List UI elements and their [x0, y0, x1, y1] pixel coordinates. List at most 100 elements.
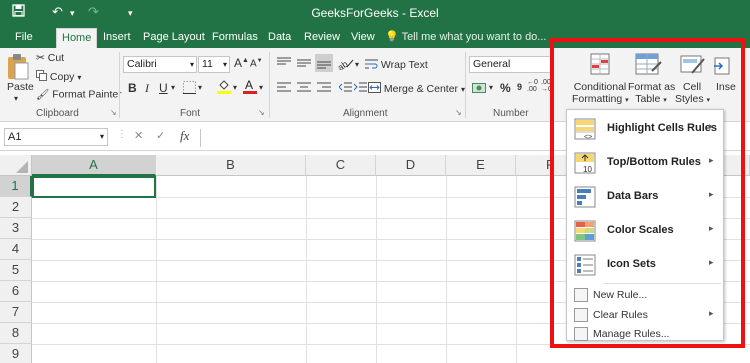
font-launcher-icon[interactable]: ↘	[258, 108, 265, 117]
alignment-launcher-icon[interactable]: ↘	[455, 108, 462, 117]
wrap-icon	[365, 58, 378, 72]
divider	[465, 52, 466, 118]
fill-color-dropdown-icon[interactable]: ▾	[233, 83, 237, 92]
selected-cell-a1[interactable]	[32, 176, 156, 198]
svg-text:A: A	[245, 78, 253, 92]
borders-dropdown-icon[interactable]: ▾	[198, 83, 202, 92]
tab-page-layout[interactable]: Page Layout	[138, 28, 210, 48]
window-title: GeeksForGeeks - Excel	[311, 6, 439, 20]
accounting-format-icon[interactable]	[472, 81, 488, 98]
tell-me-text: Tell me what you want to do...	[401, 31, 547, 43]
copy-dropdown-icon[interactable]: ▾	[77, 73, 81, 82]
enter-icon[interactable]: ✓	[156, 129, 165, 142]
column-header-b[interactable]: B	[156, 155, 306, 176]
decrease-indent-icon[interactable]	[338, 82, 352, 95]
scissors-icon: ✂	[36, 52, 45, 65]
row-header-5[interactable]: 5	[0, 260, 32, 281]
tab-view[interactable]: View	[346, 28, 380, 48]
lightbulb-icon: 💡	[385, 31, 399, 43]
format-painter-label: Format Painter	[52, 88, 122, 101]
wrap-text-label: Wrap Text	[380, 58, 428, 71]
row-header-3[interactable]: 3	[0, 218, 32, 239]
borders-icon[interactable]	[183, 81, 196, 97]
orientation-icon[interactable]: ab	[336, 56, 354, 73]
highlight-frame	[550, 38, 745, 348]
row-header-7[interactable]: 7	[0, 302, 32, 323]
increase-indent-icon[interactable]	[353, 82, 367, 95]
merge-center-button[interactable]: Merge & Center ▾	[368, 82, 465, 96]
align-middle-icon[interactable]	[297, 57, 311, 72]
row-header-6[interactable]: 6	[0, 281, 32, 302]
shrink-font-icon[interactable]: A▼	[250, 58, 263, 69]
orientation-dropdown-icon[interactable]: ▾	[355, 60, 359, 69]
align-bottom-icon[interactable]	[315, 54, 333, 72]
row-header-2[interactable]: 2	[0, 197, 32, 218]
clipboard-group-label: Clipboard	[36, 108, 79, 119]
wrap-text-button[interactable]: Wrap Text	[365, 58, 428, 72]
svg-text:ab: ab	[338, 59, 350, 70]
name-box[interactable]: A1 ▾	[4, 128, 108, 146]
underline-icon[interactable]: U	[159, 81, 168, 95]
align-center-icon[interactable]	[297, 82, 311, 95]
gridline	[306, 176, 307, 363]
accounting-dropdown-icon[interactable]: ▾	[489, 83, 493, 92]
underline-dropdown-icon[interactable]: ▾	[171, 83, 175, 92]
column-header-e[interactable]: E	[446, 155, 516, 176]
divider	[119, 52, 120, 118]
comma-style-icon[interactable]: 9	[517, 82, 522, 92]
row-header-9[interactable]: 9	[0, 344, 32, 363]
font-size-value: 11	[202, 58, 213, 70]
row-header-1[interactable]: 1	[0, 176, 32, 197]
font-color-dropdown-icon[interactable]: ▾	[259, 83, 263, 92]
cut-label: Cut	[47, 52, 65, 64]
bold-icon[interactable]: B	[128, 81, 137, 95]
font-group-label: Font	[180, 108, 201, 119]
insert-function-icon[interactable]: fx	[180, 128, 189, 144]
merge-icon	[368, 82, 381, 96]
align-top-icon[interactable]	[277, 57, 291, 72]
font-name-select[interactable]: Calibri ▾	[123, 56, 197, 73]
select-all-button[interactable]	[0, 155, 32, 176]
tell-me-box[interactable]: 💡 Tell me what you want to do...	[385, 30, 546, 43]
increase-decimal-icon[interactable]: ←0.00	[527, 79, 538, 93]
chevron-down-icon: ▾	[222, 60, 227, 69]
tab-insert[interactable]: Insert	[98, 28, 136, 48]
gridline	[446, 176, 447, 363]
paste-button[interactable]: Paste	[7, 81, 34, 93]
more-options-icon: ⋮	[117, 129, 127, 140]
copy-button[interactable]: Copy ▾	[36, 70, 81, 84]
column-header-d[interactable]: D	[376, 155, 446, 176]
alignment-group-label: Alignment	[343, 108, 388, 119]
clipboard-launcher-icon[interactable]: ↘	[110, 108, 117, 117]
tab-formulas[interactable]: Formulas	[207, 28, 263, 48]
number-group-label: Number	[493, 108, 529, 119]
italic-icon[interactable]: I	[145, 81, 149, 96]
align-left-icon[interactable]	[277, 82, 291, 95]
tab-home[interactable]: Home	[56, 28, 98, 48]
percent-style-icon[interactable]: %	[500, 81, 511, 95]
column-header-a[interactable]: A	[32, 155, 156, 176]
font-name-value: Calibri	[127, 58, 157, 70]
paste-icon[interactable]	[6, 53, 30, 84]
number-format-value: General	[473, 58, 511, 70]
merge-center-label: Merge & Center	[383, 82, 459, 95]
tab-data[interactable]: Data	[263, 28, 296, 48]
tab-file[interactable]: File	[10, 28, 38, 48]
row-header-4[interactable]: 4	[0, 239, 32, 260]
align-right-icon[interactable]	[317, 82, 331, 95]
gridline	[376, 176, 377, 363]
gridline	[516, 176, 517, 363]
fill-color-icon[interactable]	[217, 78, 231, 97]
column-header-c[interactable]: C	[306, 155, 376, 176]
tab-review[interactable]: Review	[299, 28, 345, 48]
font-color-icon[interactable]: A	[243, 77, 257, 97]
format-painter-button[interactable]: 🖌 Format Painter	[36, 88, 122, 101]
row-header-8[interactable]: 8	[0, 323, 32, 344]
font-size-select[interactable]: 11 ▾	[198, 56, 230, 73]
number-format-select[interactable]: General	[469, 56, 551, 73]
paste-dropdown-icon[interactable]: ▾	[14, 94, 18, 103]
cancel-icon[interactable]: ✕	[134, 129, 143, 142]
cut-button[interactable]: ✂ Cut	[36, 52, 64, 64]
chevron-down-icon: ▾	[189, 60, 194, 69]
grow-font-icon[interactable]: A▲	[234, 56, 249, 70]
